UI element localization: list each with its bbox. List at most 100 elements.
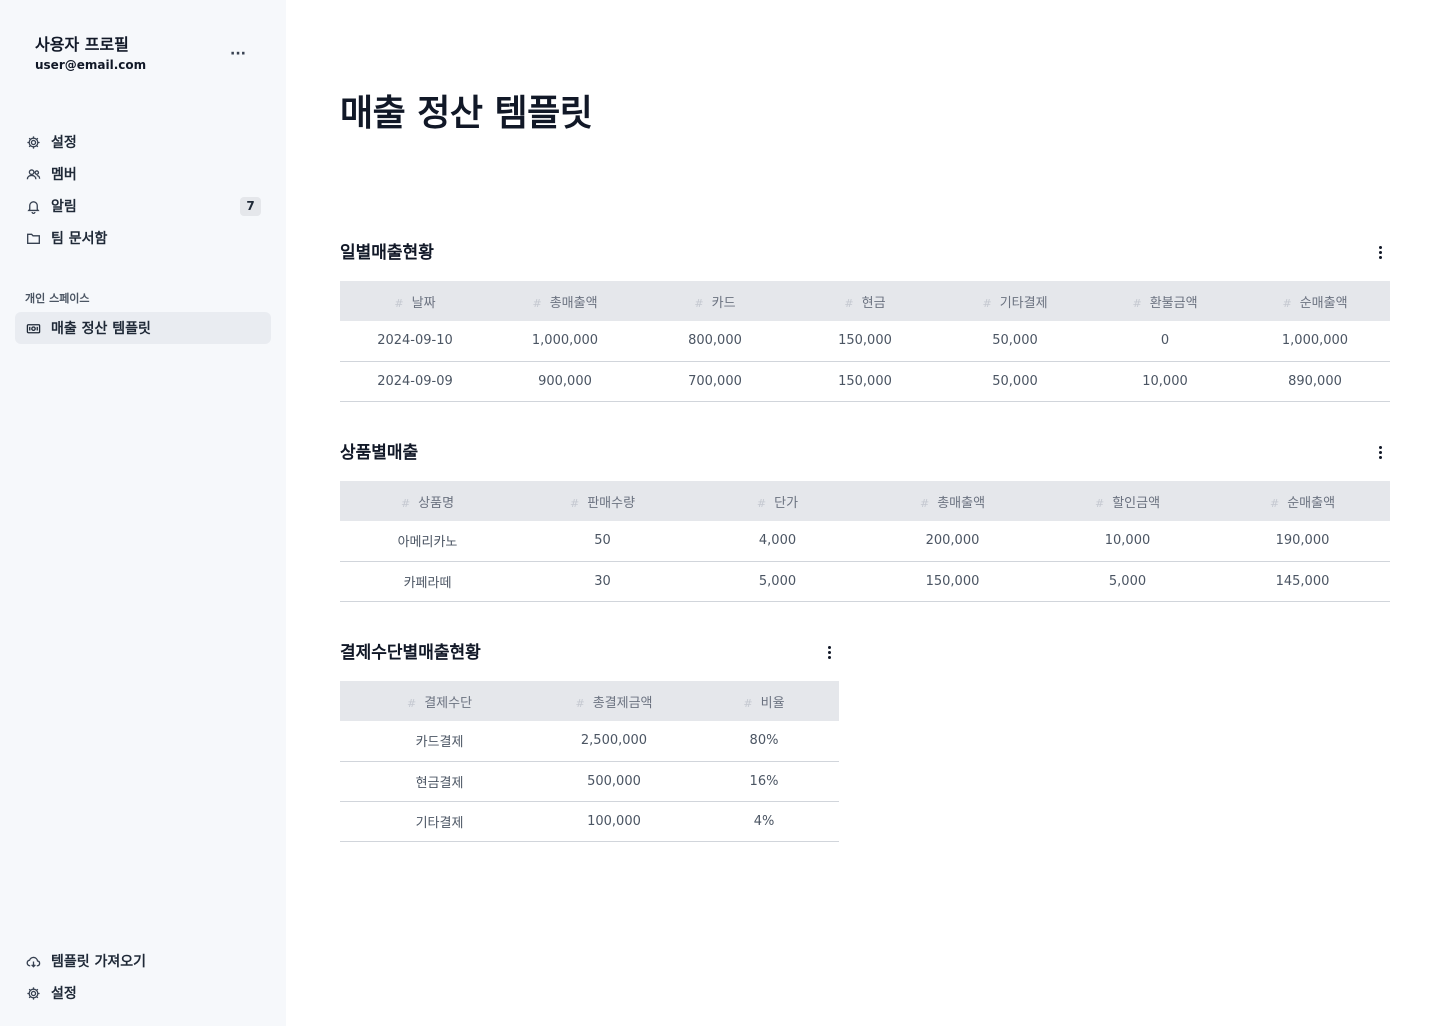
gear-icon <box>25 985 41 1001</box>
column-header[interactable]: # 환불금액 <box>1090 281 1240 321</box>
money-icon <box>25 320 41 336</box>
sidebar: 사용자 프로필 user@email.com ··· 설정 멤버 알림 7 팀 … <box>0 0 286 1026</box>
table-cell[interactable]: 현금결제 <box>340 761 539 802</box>
column-header[interactable]: # 비율 <box>689 681 839 721</box>
table-cell[interactable]: 800,000 <box>640 321 790 362</box>
column-header-label: 단가 <box>774 495 799 511</box>
sidebar-item-label: 매출 정산 템플릿 <box>51 321 151 337</box>
column-header[interactable]: # 상품명 <box>340 481 515 521</box>
user-profile[interactable]: 사용자 프로필 user@email.com <box>35 34 146 74</box>
daily-sales-section: 일별매출현황 # 날짜 # 총매출액 # 카드 # 현금 # 기타결제 # 환불금액 # 순매출액 202… <box>340 241 1390 402</box>
column-header-label: 상품명 <box>418 495 455 511</box>
table-cell[interactable]: 30 <box>515 561 690 602</box>
table-cell[interactable]: 카페라떼 <box>340 561 515 602</box>
daily-sales-table: # 날짜 # 총매출액 # 카드 # 현금 # 기타결제 # 환불금액 # 순매출액 2024-09-10… <box>340 281 1390 402</box>
column-header[interactable]: # 총매출액 <box>490 281 640 321</box>
table-row: 아메리카노 50 4,000 200,000 10,000 190,000 <box>340 521 1390 562</box>
column-header[interactable]: # 할인금액 <box>1040 481 1215 521</box>
table-cell[interactable]: 150,000 <box>790 361 940 402</box>
number-type-icon: # <box>844 296 854 310</box>
table-cell[interactable]: 기타결제 <box>340 801 539 842</box>
bell-icon <box>25 198 41 214</box>
column-header[interactable]: # 순매출액 <box>1215 481 1390 521</box>
table-cell[interactable]: 2,500,000 <box>539 721 689 762</box>
column-header-label: 환불금액 <box>1149 295 1198 311</box>
table-cell[interactable]: 80% <box>689 721 839 762</box>
number-type-icon: # <box>1282 296 1292 310</box>
table-cell[interactable]: 2024-09-10 <box>340 321 490 362</box>
table-cell[interactable]: 150,000 <box>790 321 940 362</box>
number-type-icon: # <box>982 296 992 310</box>
sidebar-item-label: 설정 <box>51 986 77 1002</box>
column-header[interactable]: # 카드 <box>640 281 790 321</box>
table-cell[interactable]: 카드결제 <box>340 721 539 762</box>
column-header[interactable]: # 총결제금액 <box>539 681 689 721</box>
table-header-row: # 날짜 # 총매출액 # 카드 # 현금 # 기타결제 # 환불금액 # 순매출액 <box>340 281 1390 321</box>
sidebar-item-settings[interactable]: 설정 <box>15 126 271 158</box>
table-cell[interactable]: 145,000 <box>1215 561 1390 602</box>
column-header[interactable]: # 순매출액 <box>1240 281 1390 321</box>
sidebar-item-team-docs[interactable]: 팀 문서함 <box>15 222 271 254</box>
table-row: 2024-09-10 1,000,000 800,000 150,000 50,000 0… <box>340 321 1390 362</box>
sidebar-item-bottom-settings[interactable]: 설정 <box>15 977 271 1009</box>
column-header[interactable]: # 단가 <box>690 481 865 521</box>
table-cell[interactable]: 1,000,000 <box>490 321 640 362</box>
table-cell[interactable]: 100,000 <box>539 801 689 842</box>
column-header-label: 기타결제 <box>999 295 1048 311</box>
users-icon <box>25 166 41 182</box>
table-cell[interactable]: 150,000 <box>865 561 1040 602</box>
number-type-icon: # <box>406 696 417 710</box>
table-cell[interactable]: 아메리카노 <box>340 521 515 562</box>
column-header[interactable]: # 현금 <box>790 281 940 321</box>
table-cell[interactable]: 50 <box>515 521 690 562</box>
table-cell[interactable]: 890,000 <box>1240 361 1390 402</box>
sidebar-item-sales-template[interactable]: 매출 정산 템플릿 <box>15 312 271 344</box>
number-type-icon: # <box>743 696 753 710</box>
table-row: 2024-09-09 900,000 700,000 150,000 50,000 10,… <box>340 361 1390 402</box>
section-title: 결제수단별매출현황 <box>340 643 481 663</box>
table-header-row: # 상품명 # 판매수량 # 단가 # 총매출액 # 할인금액 # 순매출액 <box>340 481 1390 521</box>
table-cell[interactable]: 4,000 <box>690 521 865 562</box>
table-row: 현금결제 500,000 16% <box>340 761 839 802</box>
profile-more-button[interactable]: ··· <box>226 44 250 64</box>
section-menu-icon[interactable] <box>1370 241 1390 263</box>
table-cell[interactable]: 16% <box>689 761 839 802</box>
column-header-label: 총매출액 <box>937 495 986 511</box>
table-cell[interactable]: 5,000 <box>1040 561 1215 602</box>
sidebar-item-members[interactable]: 멤버 <box>15 158 271 190</box>
table-cell[interactable]: 500,000 <box>539 761 689 802</box>
number-type-icon: # <box>575 696 585 710</box>
table-cell[interactable]: 10,000 <box>1090 361 1240 402</box>
column-header-label: 현금 <box>861 295 886 311</box>
table-cell[interactable]: 700,000 <box>640 361 790 402</box>
table-cell[interactable]: 200,000 <box>865 521 1040 562</box>
table-row: 기타결제 100,000 4% <box>340 801 839 842</box>
table-cell[interactable]: 4% <box>689 801 839 842</box>
table-cell[interactable]: 190,000 <box>1215 521 1390 562</box>
sidebar-item-label: 멤버 <box>51 167 77 183</box>
table-cell[interactable]: 1,000,000 <box>1240 321 1390 362</box>
gear-icon <box>25 134 41 150</box>
section-menu-icon[interactable] <box>1370 441 1390 463</box>
sidebar-item-label: 설정 <box>51 135 77 151</box>
column-header[interactable]: # 총매출액 <box>865 481 1040 521</box>
table-cell[interactable]: 50,000 <box>940 361 1090 402</box>
section-title: 상품별매출 <box>340 443 419 463</box>
table-cell[interactable]: 0 <box>1090 321 1240 362</box>
column-header-label: 순매출액 <box>1287 495 1336 511</box>
table-cell[interactable]: 10,000 <box>1040 521 1215 562</box>
sidebar-bottom-nav: 템플릿 가져오기 설정 <box>15 945 271 1009</box>
table-cell[interactable]: 5,000 <box>690 561 865 602</box>
table-cell[interactable]: 2024-09-09 <box>340 361 490 402</box>
table-cell[interactable]: 50,000 <box>940 321 1090 362</box>
column-header-label: 결제수단 <box>424 695 473 711</box>
table-cell[interactable]: 900,000 <box>490 361 640 402</box>
sidebar-item-notifications[interactable]: 알림 7 <box>15 190 271 222</box>
column-header[interactable]: # 판매수량 <box>515 481 690 521</box>
section-menu-icon[interactable] <box>819 641 839 663</box>
sidebar-item-import-template[interactable]: 템플릿 가져오기 <box>15 945 271 977</box>
column-header[interactable]: # 날짜 <box>340 281 490 321</box>
product-sales-table: # 상품명 # 판매수량 # 단가 # 총매출액 # 할인금액 # 순매출액 아메리카노 50 4,000… <box>340 481 1390 602</box>
column-header[interactable]: # 기타결제 <box>940 281 1090 321</box>
column-header[interactable]: # 결제수단 <box>340 681 539 721</box>
